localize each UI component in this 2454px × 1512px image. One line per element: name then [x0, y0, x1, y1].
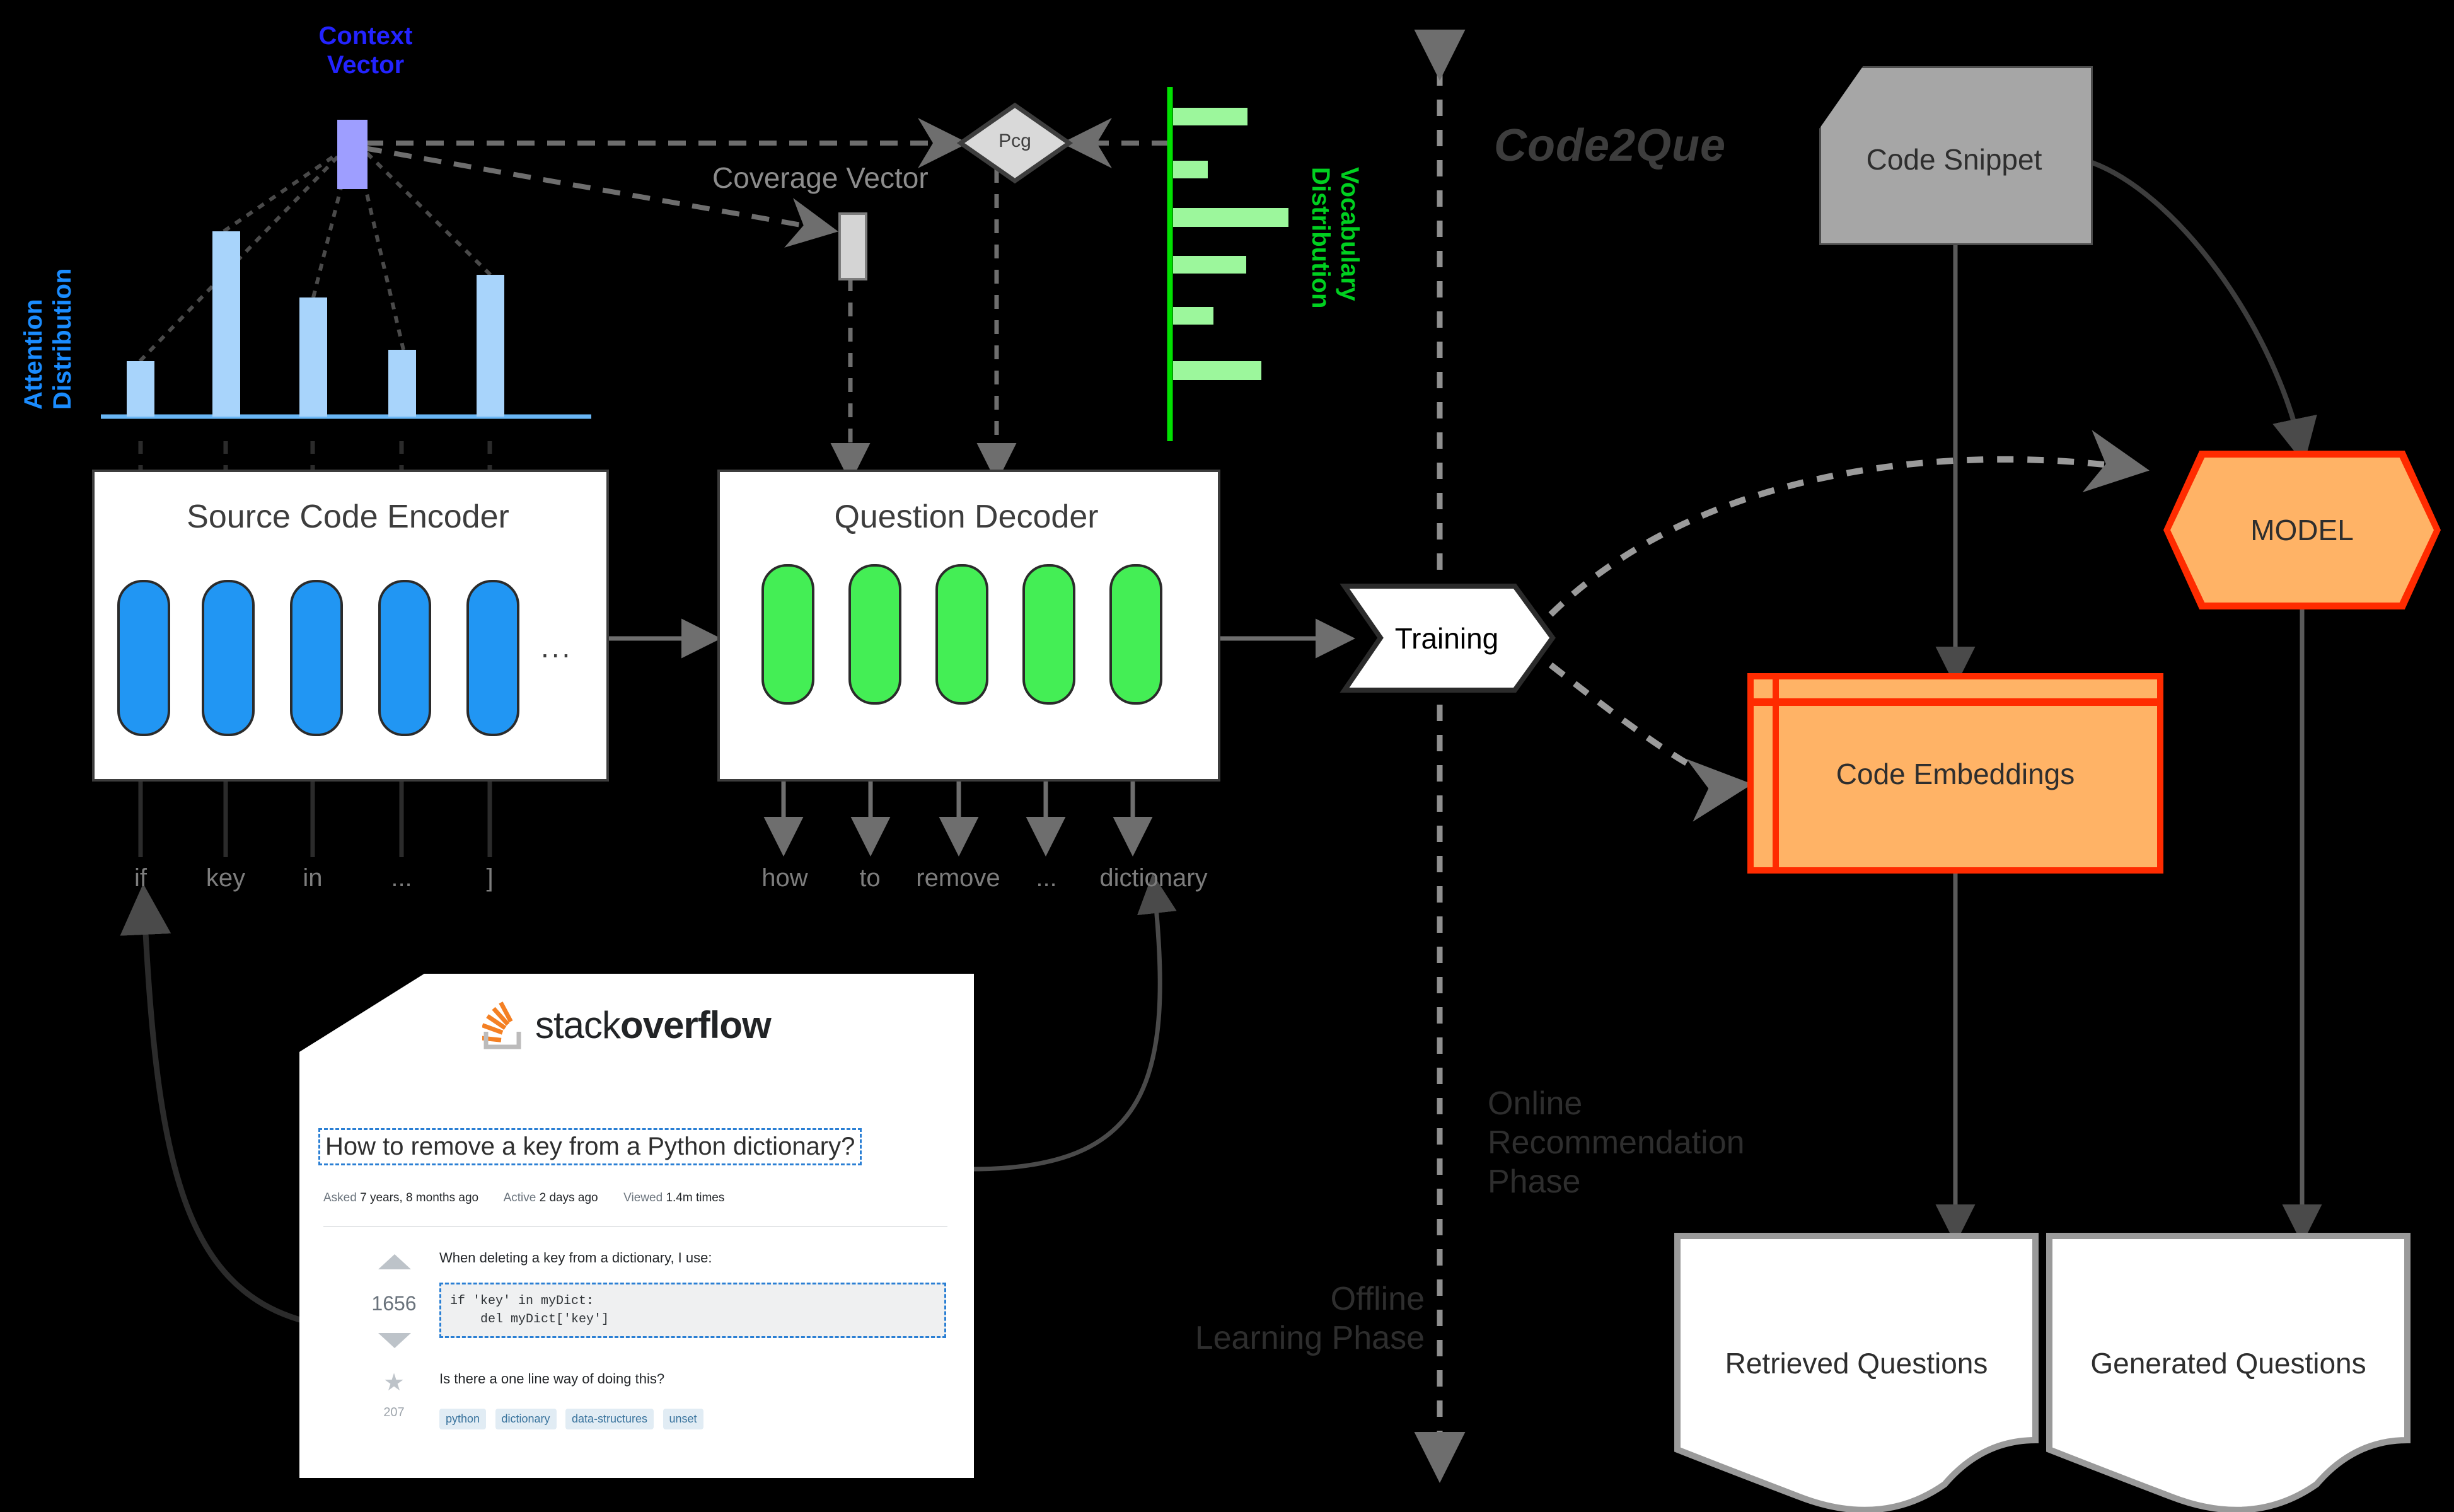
vocabulary-bar — [1173, 208, 1288, 227]
logo-text-stack: stack — [535, 1003, 621, 1046]
so-tag[interactable]: python — [439, 1409, 487, 1429]
encoder-ellipsis: ... — [541, 631, 573, 664]
decoder-token: dictionary — [1099, 863, 1208, 892]
so-question-title[interactable]: How to remove a key from a Python dictio… — [318, 1128, 862, 1165]
encoder-cell — [117, 580, 170, 736]
decoder-cell — [761, 564, 814, 705]
vocabulary-bar — [1173, 108, 1247, 125]
so-tag-list: python dictionary data-structures unset — [439, 1409, 710, 1429]
decoder-token: how — [761, 863, 808, 892]
encoder-token: key — [205, 863, 246, 892]
so-meta-row: Asked 7 years, 8 months ago Active 2 day… — [323, 1191, 724, 1205]
so-upvote-button[interactable] — [378, 1254, 411, 1269]
decoder-cell — [1109, 564, 1162, 705]
vocabulary-bar — [1173, 361, 1261, 380]
so-tag[interactable]: data-structures — [565, 1409, 654, 1429]
attention-bar — [388, 350, 416, 417]
encoder-cell — [290, 580, 343, 736]
question-decoder-title: Question Decoder — [834, 499, 1099, 535]
stackoverflow-logo-text: stackoverflow — [535, 1003, 772, 1047]
encoder-cell — [202, 580, 255, 736]
vocabulary-distribution-label: Vocabulary Distribution — [1307, 167, 1363, 309]
model-label: MODEL — [2250, 514, 2354, 546]
decoder-token: ... — [1036, 863, 1057, 892]
vocabulary-bar — [1173, 307, 1213, 325]
attention-bar — [212, 231, 240, 417]
so-meta-label: Asked — [323, 1191, 357, 1204]
training-label: Training — [1394, 622, 1499, 655]
so-meta-value: 7 years, 8 months ago — [360, 1191, 479, 1204]
so-meta-value: 1.4m times — [666, 1191, 725, 1204]
so-favorite-star-icon[interactable]: ★ — [383, 1371, 405, 1395]
code-embeddings-header-rule — [1754, 698, 2157, 706]
generated-questions-label: Generated Questions — [2090, 1347, 2366, 1380]
so-tag[interactable]: unset — [663, 1409, 703, 1429]
coverage-vector-label: Coverage Vector — [712, 161, 929, 194]
attention-distribution-label: Attention Distribution — [20, 268, 76, 410]
encoder-token: in — [303, 863, 323, 892]
so-body-line-1: When deleting a key from a dictionary, I… — [439, 1250, 712, 1266]
diagram-canvas: Attention Distribution Context Vector Co… — [0, 0, 2454, 1512]
decoder-cell — [1022, 564, 1075, 705]
vocabulary-bar — [1173, 161, 1208, 178]
encoder-token: ] — [486, 863, 494, 892]
attention-bar — [127, 361, 154, 417]
online-phase-label: Online Recommendation Phase — [1488, 1085, 1745, 1200]
code2que-title: Code2Que — [1494, 120, 1727, 171]
so-body-line-2: Is there a one line way of doing this? — [439, 1371, 665, 1387]
training-to-model-curve — [1548, 430, 2150, 617]
encoder-token: if — [134, 863, 147, 892]
code-embeddings-label: Code Embeddings — [1836, 758, 2075, 790]
encoder-cell — [466, 580, 519, 736]
offline-phase-label: Offline Learning Phase — [1195, 1281, 1425, 1356]
so-favorite-count: 207 — [383, 1405, 405, 1419]
context-vector-box — [337, 120, 368, 189]
attention-bar — [477, 275, 504, 417]
vocabulary-bar — [1173, 256, 1246, 274]
stackoverflow-logo-icon — [482, 1001, 521, 1049]
context-vector-label: Context Vector — [318, 22, 413, 79]
source-code-encoder-title: Source Code Encoder — [187, 499, 509, 535]
coverage-vector-box — [838, 212, 867, 280]
stackoverflow-card: stackoverflow How to remove a key from a… — [299, 974, 974, 1478]
decoder-token: to — [859, 863, 881, 892]
encoder-cell — [378, 580, 431, 736]
code-snippet-label: Code Snippet — [1866, 143, 2042, 176]
stackoverflow-logo: stackoverflow — [482, 1000, 772, 1049]
so-meta-label: Viewed — [623, 1191, 663, 1204]
so-question-title-text: How to remove a key from a Python dictio… — [325, 1133, 855, 1160]
retrieved-questions-label: Retrieved Questions — [1725, 1347, 1988, 1380]
so-meta-value: 2 days ago — [539, 1191, 598, 1204]
so-tag[interactable]: dictionary — [495, 1409, 557, 1429]
so-vote-count: 1656 — [371, 1292, 417, 1315]
snippet-to-model-curve — [2085, 158, 2317, 464]
so-divider — [323, 1226, 947, 1227]
question-to-decoder-curve — [970, 874, 1177, 1172]
encoder-token: ... — [391, 863, 412, 892]
attention-bar — [299, 297, 327, 417]
so-downvote-button[interactable] — [378, 1333, 411, 1348]
decoder-cell — [848, 564, 901, 705]
decoder-token: remove — [916, 863, 1000, 892]
training-to-embeddings-curve — [1548, 662, 1752, 822]
logo-text-overflow: overflow — [620, 1003, 772, 1046]
pgen-label: Pcg — [998, 130, 1031, 151]
so-meta-label: Active — [503, 1191, 536, 1204]
decoder-cell — [935, 564, 988, 705]
so-code-block: if 'key' in myDict: del myDict['key'] — [439, 1283, 946, 1338]
